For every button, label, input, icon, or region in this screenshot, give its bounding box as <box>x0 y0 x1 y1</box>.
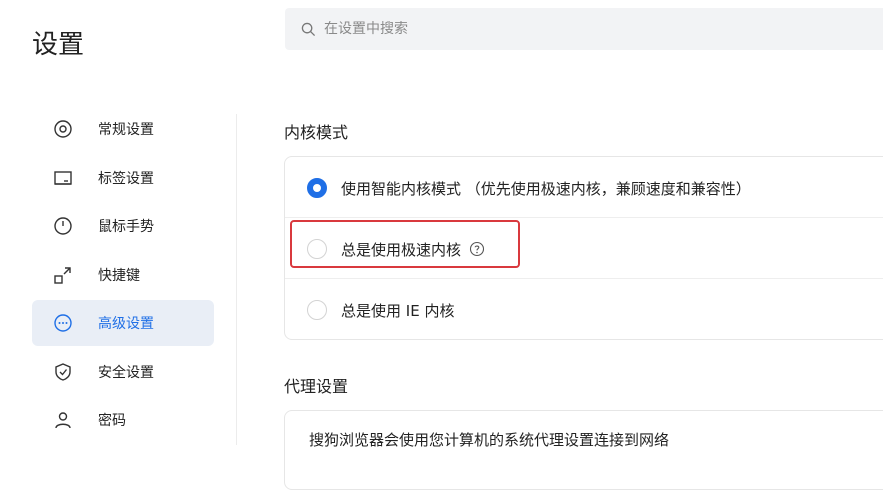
sidebar-item-security[interactable]: 安全设置 <box>32 349 214 395</box>
sidebar-item-label: 高级设置 <box>98 316 154 332</box>
sidebar-item-label: 常规设置 <box>98 122 154 138</box>
divider <box>285 217 883 218</box>
sidebar-item-advanced[interactable]: 高级设置 <box>32 300 214 346</box>
kernel-options-card: 使用智能内核模式 （优先使用极速内核，兼顾速度和兼容性） 总是使用极速内核 总是… <box>284 156 883 340</box>
settings-header: 设置 <box>0 0 883 78</box>
tab-icon <box>52 167 74 189</box>
divider <box>285 278 883 279</box>
search-icon <box>301 22 316 36</box>
kernel-option-fast[interactable]: 总是使用极速内核 <box>285 219 883 279</box>
kernel-option-ie[interactable]: 总是使用 IE 内核 <box>285 280 883 340</box>
general-settings-icon <box>52 118 74 140</box>
proxy-card: 搜狗浏览器会使用您计算机的系统代理设置连接到网络 <box>284 410 883 490</box>
sidebar-item-general[interactable]: 常规设置 <box>32 106 214 152</box>
option-label: 总是使用 IE 内核 <box>341 301 455 320</box>
radio-button[interactable] <box>307 300 327 320</box>
option-label: 总是使用极速内核 <box>341 240 462 259</box>
radio-button[interactable] <box>307 178 327 198</box>
sidebar-item-label: 密码 <box>98 413 126 429</box>
radio-button[interactable] <box>307 239 327 259</box>
page-title: 设置 <box>32 30 85 60</box>
mouse-icon <box>52 215 74 237</box>
proxy-section-title: 代理设置 <box>284 377 349 396</box>
shield-icon <box>52 361 74 383</box>
sidebar-item-label: 快捷键 <box>98 268 140 284</box>
sidebar-divider <box>236 114 237 445</box>
kernel-section-title: 内核模式 <box>284 123 349 142</box>
sidebar-item-tabs[interactable]: 标签设置 <box>32 155 214 201</box>
user-icon <box>52 409 74 431</box>
proxy-description: 搜狗浏览器会使用您计算机的系统代理设置连接到网络 <box>309 431 670 449</box>
sidebar-item-mouse-gesture[interactable]: 鼠标手势 <box>32 203 214 249</box>
sidebar: 常规设置 标签设置 鼠标手势 快捷键 高级设置 安全设置 密码 <box>0 78 238 445</box>
search-input[interactable] <box>324 21 824 37</box>
shortcut-icon <box>52 264 74 286</box>
kernel-option-smart[interactable]: 使用智能内核模式 （优先使用极速内核，兼顾速度和兼容性） <box>285 158 883 218</box>
help-icon[interactable] <box>469 241 485 257</box>
sidebar-item-password[interactable]: 密码 <box>32 397 214 443</box>
sidebar-item-shortcuts[interactable]: 快捷键 <box>32 252 214 298</box>
option-label: 使用智能内核模式 （优先使用极速内核，兼顾速度和兼容性） <box>341 179 751 198</box>
sidebar-item-label: 鼠标手势 <box>98 219 154 235</box>
sidebar-item-label: 标签设置 <box>98 171 154 187</box>
search-box[interactable] <box>285 8 883 50</box>
sidebar-item-label: 安全设置 <box>98 365 154 381</box>
more-icon <box>52 312 74 334</box>
